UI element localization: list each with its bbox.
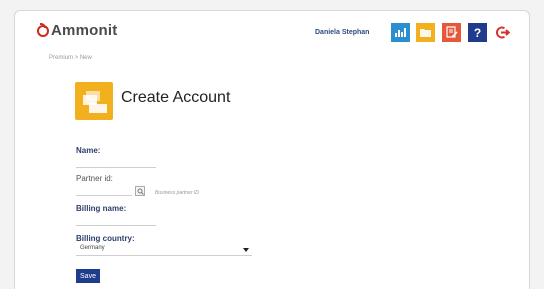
document-edit-button[interactable]: [442, 23, 461, 42]
folder-icon: [420, 29, 431, 37]
main-panel: Ammonit Daniela Stephan ? Premium > New …: [14, 10, 530, 289]
save-button[interactable]: Save: [76, 269, 100, 283]
app-logo[interactable]: Ammonit: [37, 22, 117, 39]
billing-name-label: Billing name:: [76, 204, 127, 213]
logout-button[interactable]: [493, 23, 512, 42]
chart-button[interactable]: [391, 23, 410, 42]
partner-lookup-button[interactable]: [135, 186, 145, 196]
page-title: Create Account: [121, 89, 231, 106]
document-edit-icon: [446, 26, 458, 38]
folder-button[interactable]: [416, 23, 435, 42]
create-account-icon: [75, 82, 113, 120]
help-button[interactable]: ?: [468, 23, 487, 42]
partner-id-input[interactable]: [76, 185, 132, 196]
help-icon: ?: [473, 25, 482, 40]
name-label: Name:: [76, 146, 101, 155]
breadcrumb[interactable]: Premium > New: [49, 55, 92, 61]
user-name-link[interactable]: Daniela Stephan: [315, 29, 369, 36]
search-icon: [137, 188, 144, 195]
chevron-down-icon: [243, 248, 249, 252]
billing-country-value: Germany: [80, 245, 105, 251]
partner-id-hint: Business partner ID: [155, 190, 199, 196]
partner-id-label: Partner id:: [76, 174, 113, 183]
name-input[interactable]: [76, 157, 156, 168]
logo-text: Ammonit: [51, 22, 118, 39]
billing-country-label: Billing country:: [76, 234, 135, 243]
chart-icon: [395, 28, 406, 37]
ammonit-logo-icon: [37, 22, 49, 37]
billing-name-input[interactable]: [76, 215, 156, 226]
billing-country-select[interactable]: Germany: [76, 245, 252, 256]
logout-icon: [495, 26, 510, 39]
